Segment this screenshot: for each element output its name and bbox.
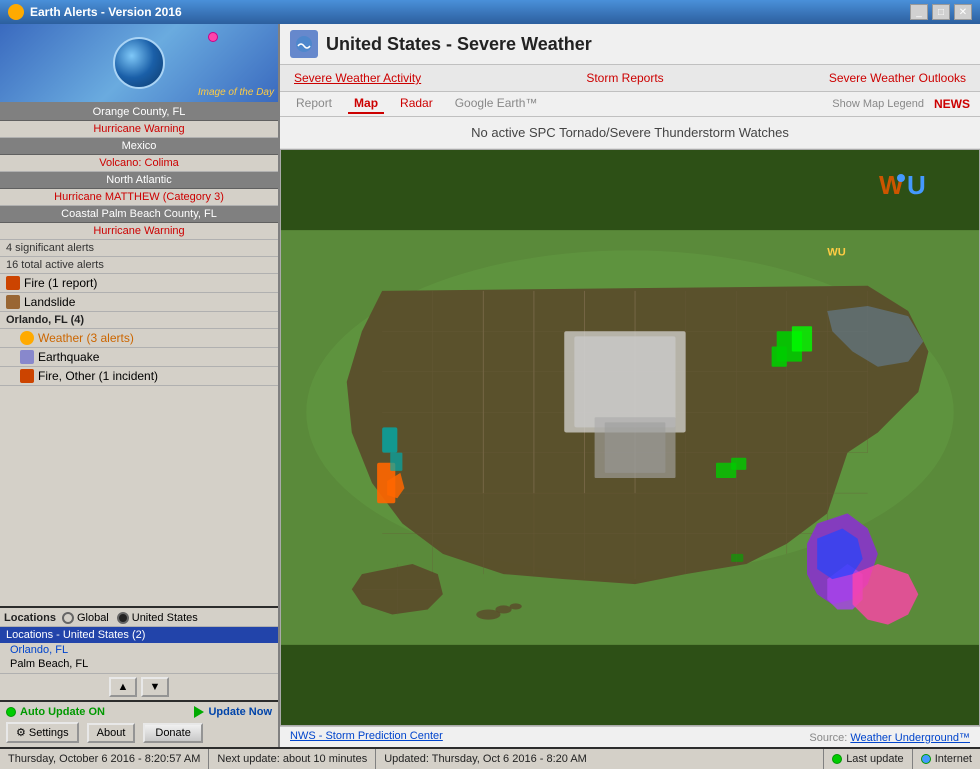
sub-tab-report[interactable]: Report xyxy=(290,94,338,114)
tab-storm-reports[interactable]: Storm Reports xyxy=(582,69,667,87)
scroll-up-button[interactable]: ▲ xyxy=(109,677,137,697)
close-button[interactable]: ✕ xyxy=(954,4,972,20)
sub-tabs: Report Map Radar Google Earth™ Show Map … xyxy=(280,92,980,117)
window-controls: _ □ ✕ xyxy=(910,4,972,20)
location-event-landslide[interactable]: Landslide xyxy=(0,293,278,312)
alert-header-0[interactable]: Orange County, FL xyxy=(0,104,278,121)
alerts-list: Orange County, FL Hurricane Warning Mexi… xyxy=(0,104,278,606)
status-updated: Updated: Thursday, Oct 6 2016 - 8:20 AM xyxy=(376,749,824,769)
location-palm-beach[interactable]: Palm Beach, FL xyxy=(0,657,278,671)
image-of-day-section: Image of the Day xyxy=(0,24,278,104)
radio-group: Global United States xyxy=(62,612,198,624)
alert-sub-2[interactable]: Hurricane MATTHEW (Category 3) xyxy=(0,189,278,206)
landslide-icon xyxy=(6,295,20,309)
significant-alerts: 4 significant alerts xyxy=(0,240,278,257)
locations-section: Locations Global United States Locations… xyxy=(0,606,278,673)
left-panel: Image of the Day Orange County, FL Hurri… xyxy=(0,24,280,747)
maximize-button[interactable]: □ xyxy=(932,4,950,20)
weather-icon xyxy=(20,331,34,345)
update-now-button[interactable]: Update Now xyxy=(194,706,272,718)
location-dot xyxy=(208,32,218,42)
internet-indicator xyxy=(921,754,931,764)
right-panel: United States - Severe Weather Severe We… xyxy=(280,24,980,747)
window-title: Earth Alerts - Version 2016 xyxy=(30,5,182,19)
scroll-down-button[interactable]: ▼ xyxy=(141,677,169,697)
play-icon xyxy=(194,706,204,718)
status-bar: Thursday, October 6 2016 - 8:20:57 AM Ne… xyxy=(0,747,980,769)
orlando-weather-label: Weather (3 alerts) xyxy=(38,331,134,345)
auto-update-status: Auto Update ON xyxy=(6,706,105,718)
total-alerts: 16 total active alerts xyxy=(0,257,278,274)
fire-icon xyxy=(6,276,20,290)
bottom-buttons: ⚙ Settings About Donate xyxy=(6,722,272,743)
weather-header-icon xyxy=(290,30,318,58)
orlando-section-header[interactable]: Orlando, FL (4) xyxy=(0,312,278,329)
radio-united-states[interactable]: United States xyxy=(117,612,198,624)
radio-global-dot xyxy=(62,612,74,624)
radio-us-dot xyxy=(117,612,129,624)
alert-header-1[interactable]: Mexico xyxy=(0,138,278,155)
gear-icon: ⚙ xyxy=(16,726,26,739)
weather-underground-link[interactable]: Weather Underground™ xyxy=(850,732,970,744)
sub-tab-map[interactable]: Map xyxy=(348,94,384,114)
globe-image xyxy=(113,37,165,89)
about-button[interactable]: About xyxy=(87,723,136,743)
status-internet: Internet xyxy=(913,749,980,769)
alert-header-3[interactable]: Coastal Palm Beach County, FL xyxy=(0,206,278,223)
locations-tab-label: Locations xyxy=(4,612,56,624)
panel-controls: ▲ ▼ xyxy=(0,673,278,700)
orlando-title: Orlando, FL (4) xyxy=(6,314,272,326)
tab-severe-weather-activity[interactable]: Severe Weather Activity xyxy=(290,69,425,87)
alert-sub-1[interactable]: Volcano: Colima xyxy=(0,155,278,172)
alert-sub-3[interactable]: Hurricane Warning xyxy=(0,223,278,240)
landslide-event-label: Landslide xyxy=(24,295,75,309)
bottom-controls: Auto Update ON Update Now ⚙ Settings Abo… xyxy=(0,700,278,747)
map-container: W U xyxy=(280,149,980,726)
news-tab[interactable]: NEWS xyxy=(934,97,970,111)
tab-severe-weather-outlooks[interactable]: Severe Weather Outlooks xyxy=(825,69,970,87)
status-datetime: Thursday, October 6 2016 - 8:20:57 AM xyxy=(0,749,209,769)
nav-tabs: Severe Weather Activity Storm Reports Se… xyxy=(280,65,980,92)
wu-logo: W U xyxy=(879,170,939,206)
radio-global[interactable]: Global xyxy=(62,612,109,624)
locations-tabs: Locations Global United States xyxy=(0,610,278,627)
auto-update-indicator xyxy=(6,707,16,717)
source-label: Source: xyxy=(809,732,850,744)
us-map-svg: WU xyxy=(281,150,979,725)
footer-map: NWS - Storm Prediction Center Source: We… xyxy=(280,726,980,747)
last-update-indicator xyxy=(832,754,842,764)
orlando-fire-label: Fire, Other (1 incident) xyxy=(38,369,158,383)
status-next-update: Next update: about 10 minutes xyxy=(209,749,376,769)
alert-sub-0[interactable]: Hurricane Warning xyxy=(0,121,278,138)
donate-button[interactable]: Donate xyxy=(143,723,202,743)
svg-text:WU: WU xyxy=(827,246,846,258)
show-map-legend[interactable]: Show Map Legend xyxy=(832,98,924,110)
sub-tab-google-earth[interactable]: Google Earth™ xyxy=(449,94,544,114)
content-header-title: United States - Severe Weather xyxy=(326,34,592,55)
location-event-fire[interactable]: Fire (1 report) xyxy=(0,274,278,293)
orlando-earthquake[interactable]: Earthquake xyxy=(0,348,278,367)
orlando-fire[interactable]: Fire, Other (1 incident) xyxy=(0,367,278,386)
alert-header-2[interactable]: North Atlantic xyxy=(0,172,278,189)
sub-tab-radar[interactable]: Radar xyxy=(394,94,439,114)
svg-text:U: U xyxy=(907,170,926,200)
app-icon xyxy=(8,4,24,20)
window-titlebar: Earth Alerts - Version 2016 _ □ ✕ xyxy=(0,0,980,24)
content-header: United States - Severe Weather xyxy=(280,24,980,65)
settings-button[interactable]: ⚙ Settings xyxy=(6,722,79,743)
location-orlando[interactable]: Orlando, FL xyxy=(0,643,278,657)
status-last-update: Last update xyxy=(824,749,913,769)
fire-other-icon xyxy=(20,369,34,383)
earthquake-icon xyxy=(20,350,34,364)
fire-event-label: Fire (1 report) xyxy=(24,276,97,290)
orlando-earthquake-label: Earthquake xyxy=(38,350,99,364)
minimize-button[interactable]: _ xyxy=(910,4,928,20)
image-of-day-label: Image of the Day xyxy=(198,87,274,98)
locations-list-header: Locations - United States (2) xyxy=(0,627,278,643)
nws-link[interactable]: NWS - Storm Prediction Center xyxy=(290,730,443,744)
orlando-weather[interactable]: Weather (3 alerts) xyxy=(0,329,278,348)
auto-update-row: Auto Update ON Update Now xyxy=(6,706,272,718)
watch-banner: No active SPC Tornado/Severe Thunderstor… xyxy=(280,117,980,149)
